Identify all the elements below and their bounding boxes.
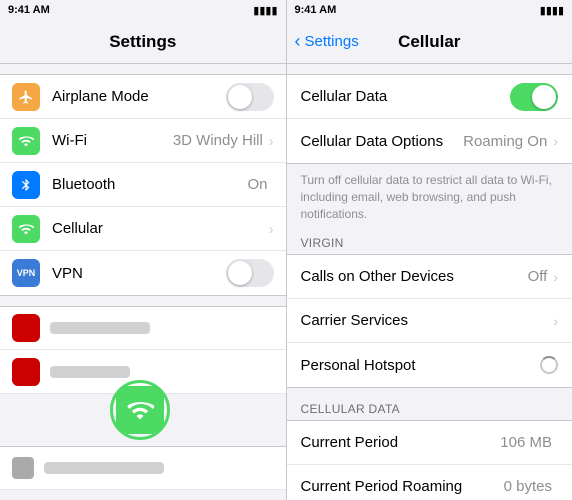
cellular-chevron: › <box>269 221 274 237</box>
left-panel: 9:41 AM ▮▮▮▮ Settings Airplane Mode Wi-F… <box>0 0 286 500</box>
settings-list: Airplane Mode Wi-Fi 3D Windy Hill › Blue… <box>0 74 286 296</box>
bluetooth-value: On <box>247 176 267 193</box>
personal-hotspot-label: Personal Hotspot <box>301 357 541 374</box>
calls-other-devices-chevron: › <box>553 269 558 285</box>
battery-right: ▮▮▮▮ <box>540 4 564 17</box>
time-left: 9:41 AM <box>8 4 50 16</box>
current-period-roaming-label: Current Period Roaming <box>301 478 504 495</box>
right-nav-title: Cellular <box>398 32 460 52</box>
current-period-value: 106 MB <box>500 434 552 451</box>
wifi-chevron: › <box>269 133 274 149</box>
virgin-section-header: VIRGIN <box>287 230 572 254</box>
wifi-label: Wi-Fi <box>52 132 173 149</box>
blurred-icon-3 <box>12 457 34 479</box>
settings-row-cellular[interactable]: Cellular › <box>0 207 286 251</box>
cellular-data-options-row[interactable]: Cellular Data Options Roaming On › <box>287 119 572 163</box>
carrier-section: Calls on Other Devices Off › Carrier Ser… <box>287 254 572 388</box>
calls-other-devices-label: Calls on Other Devices <box>301 268 528 285</box>
battery-left: ▮▮▮▮ <box>253 4 277 17</box>
bluetooth-icon <box>12 171 40 199</box>
vpn-label: VPN <box>52 265 226 282</box>
settings-row-wifi[interactable]: Wi-Fi 3D Windy Hill › <box>0 119 286 163</box>
cellular-data-row[interactable]: Cellular Data <box>287 75 572 119</box>
back-button[interactable]: ‹ Settings <box>295 31 359 52</box>
settings-row-bluetooth[interactable]: Bluetooth On <box>0 163 286 207</box>
vpn-icon: VPN <box>12 259 40 287</box>
current-period-label: Current Period <box>301 434 501 451</box>
right-panel: 9:41 AM ▮▮▮▮ ‹ Settings Cellular Cellula… <box>287 0 572 500</box>
cellular-data-options-value: Roaming On <box>463 133 547 150</box>
airplane-icon <box>12 83 40 111</box>
blurred-text-3 <box>44 462 164 474</box>
data-usage-section: Current Period 106 MB Current Period Roa… <box>287 420 572 500</box>
cellular-description: Turn off cellular data to restrict all d… <box>287 164 572 230</box>
cellular-data-section-header: CELLULAR DATA <box>287 396 572 420</box>
blurred-row-3 <box>0 446 286 490</box>
cellular-highlight-circle <box>110 380 170 440</box>
personal-hotspot-row[interactable]: Personal Hotspot <box>287 343 572 387</box>
right-nav-bar: ‹ Settings Cellular <box>287 20 572 64</box>
current-period-row: Current Period 106 MB <box>287 421 572 465</box>
carrier-services-label: Carrier Services <box>301 312 554 329</box>
left-nav-title: Settings <box>109 32 176 52</box>
airplane-toggle[interactable] <box>226 83 274 111</box>
left-nav-bar: Settings <box>0 20 286 64</box>
status-bar-right: 9:41 AM ▮▮▮▮ <box>287 0 572 20</box>
carrier-services-row[interactable]: Carrier Services › <box>287 299 572 343</box>
blurred-text-2 <box>50 366 130 378</box>
bottom-blurred-rows <box>0 446 286 490</box>
current-period-roaming-value: 0 bytes <box>504 478 552 495</box>
bluetooth-label: Bluetooth <box>52 176 247 193</box>
right-content: Cellular Data Cellular Data Options Roam… <box>287 64 572 500</box>
calls-other-devices-value: Off <box>528 268 548 285</box>
cellular-icon <box>12 215 40 243</box>
airplane-label: Airplane Mode <box>52 88 226 105</box>
blurred-row-1 <box>0 306 286 350</box>
time-right: 9:41 AM <box>295 4 337 16</box>
cellular-data-options-label: Cellular Data Options <box>301 133 464 150</box>
blurred-text-1 <box>50 322 150 334</box>
cellular-data-options-chevron: › <box>553 133 558 149</box>
vpn-toggle[interactable] <box>226 259 274 287</box>
wifi-value: 3D Windy Hill <box>173 132 263 149</box>
current-period-roaming-row: Current Period Roaming 0 bytes <box>287 465 572 500</box>
cellular-data-toggle[interactable] <box>510 83 558 111</box>
carrier-services-chevron: › <box>553 313 558 329</box>
cellular-label: Cellular <box>52 220 269 237</box>
calls-other-devices-row[interactable]: Calls on Other Devices Off › <box>287 255 572 299</box>
status-bar-left: 9:41 AM ▮▮▮▮ <box>0 0 286 20</box>
cellular-highlight-icon <box>116 386 164 434</box>
back-chevron-icon: ‹ <box>295 31 301 52</box>
settings-row-airplane[interactable]: Airplane Mode <box>0 75 286 119</box>
wifi-icon <box>12 127 40 155</box>
settings-row-vpn[interactable]: VPN VPN <box>0 251 286 295</box>
personal-hotspot-spinner <box>540 356 558 374</box>
cellular-main-section: Cellular Data Cellular Data Options Roam… <box>287 74 572 164</box>
cellular-data-label: Cellular Data <box>301 88 511 105</box>
blurred-icon-1 <box>12 314 40 342</box>
blurred-icon-2 <box>12 358 40 386</box>
back-label: Settings <box>305 33 359 50</box>
